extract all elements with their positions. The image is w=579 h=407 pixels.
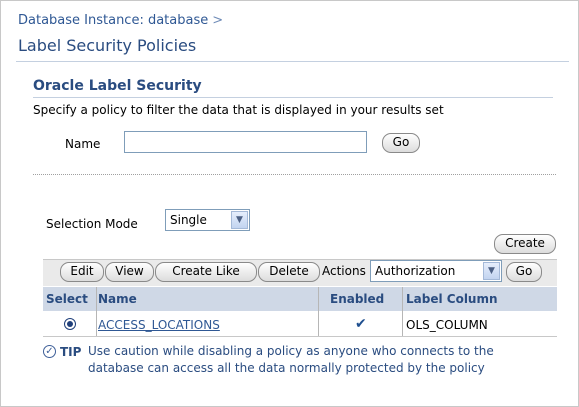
view-button[interactable]: View bbox=[105, 262, 154, 282]
column-header-enabled[interactable]: Enabled bbox=[330, 292, 384, 306]
search-go-button[interactable]: Go bbox=[382, 133, 420, 153]
column-divider bbox=[402, 287, 403, 336]
breadcrumb-separator: > bbox=[212, 13, 224, 28]
breadcrumb-link[interactable]: Database Instance: database bbox=[18, 13, 208, 28]
column-header-name[interactable]: Name bbox=[98, 292, 137, 306]
actions-label: Actions bbox=[322, 264, 366, 278]
tip-label: TIP bbox=[60, 345, 82, 359]
tip-text: Use caution while disabling a policy as … bbox=[88, 344, 494, 358]
column-header-label-column[interactable]: Label Column bbox=[406, 292, 498, 306]
title-divider bbox=[16, 61, 569, 62]
selection-mode-select[interactable]: Single ▼ bbox=[165, 209, 250, 231]
edit-button[interactable]: Edit bbox=[60, 262, 104, 282]
actions-select-value: Authorization bbox=[375, 264, 456, 278]
label-column-value: OLS_COLUMN bbox=[406, 318, 488, 332]
column-divider bbox=[318, 287, 319, 336]
page-title: Label Security Policies bbox=[18, 36, 197, 55]
tip-check-icon: ✓ bbox=[43, 345, 56, 358]
section-title: Oracle Label Security bbox=[33, 78, 202, 94]
actions-select[interactable]: Authorization ▼ bbox=[370, 260, 502, 282]
breadcrumb: Database Instance: database > bbox=[18, 13, 223, 28]
tip-text: database can access all the data normall… bbox=[88, 361, 485, 375]
actions-go-button[interactable]: Go bbox=[506, 262, 542, 282]
column-divider bbox=[96, 287, 97, 336]
column-header-select: Select bbox=[46, 292, 88, 306]
delete-button[interactable]: Delete bbox=[258, 262, 320, 282]
create-like-button[interactable]: Create Like bbox=[155, 262, 257, 282]
row-select-radio[interactable] bbox=[64, 318, 76, 330]
section-description: Specify a policy to filter the data that… bbox=[33, 103, 444, 117]
create-button[interactable]: Create bbox=[494, 234, 556, 254]
chevron-down-icon: ▼ bbox=[231, 211, 248, 229]
section-divider bbox=[33, 97, 553, 98]
selection-mode-label: Selection Mode bbox=[46, 217, 138, 231]
dotted-separator bbox=[33, 174, 556, 175]
name-label: Name bbox=[65, 137, 101, 151]
name-search-input[interactable] bbox=[124, 131, 367, 153]
chevron-down-icon: ▼ bbox=[483, 262, 500, 280]
enabled-check-icon: ✔ bbox=[355, 316, 367, 332]
selection-mode-value: Single bbox=[170, 213, 207, 227]
policy-name-link[interactable]: ACCESS_LOCATIONS bbox=[98, 318, 220, 332]
